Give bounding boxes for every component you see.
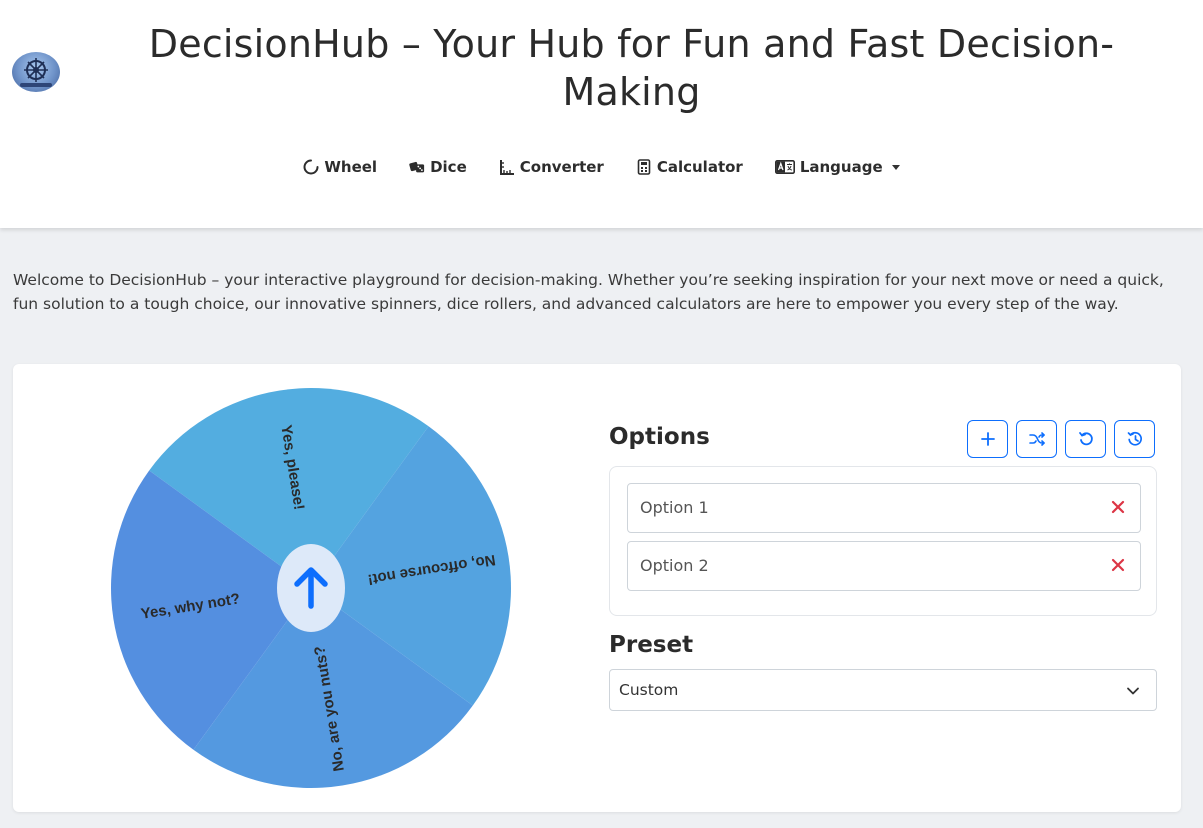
chevron-down-icon	[1127, 687, 1139, 695]
nav-label-converter: Converter	[519, 158, 604, 176]
nav-item-converter[interactable]: Converter	[499, 153, 604, 181]
options-list: Option 1 Option 2	[609, 466, 1157, 616]
circle-notch-icon	[303, 159, 319, 175]
options-toolbar	[967, 420, 1155, 458]
add-option-button[interactable]	[967, 420, 1008, 458]
nav-item-language[interactable]: Language	[774, 153, 900, 181]
site-header: DecisionHub – Your Hub for Fun and Fast …	[0, 0, 1203, 228]
option-input[interactable]: Option 1	[627, 483, 1141, 533]
preset-selected-value: Custom	[619, 681, 679, 699]
nav-label-calculator: Calculator	[656, 158, 743, 176]
dice-icon	[409, 159, 425, 175]
preset-select[interactable]: Custom	[609, 669, 1157, 711]
translate-icon	[774, 159, 795, 175]
option-value[interactable]: Option 1	[640, 498, 709, 517]
nav-label-language: Language	[799, 158, 883, 176]
nav-label-dice: Dice	[430, 158, 467, 176]
nav-label-wheel: Wheel	[324, 158, 378, 176]
nav-item-dice[interactable]: Dice	[409, 153, 467, 181]
calculator-icon	[636, 159, 652, 175]
main-nav: Wheel Dice Converter Calculator Language	[0, 153, 1203, 181]
close-icon[interactable]	[1108, 497, 1128, 517]
wheel-card: Yes, please! No, offcourse not! No, are yo…	[13, 364, 1181, 812]
shuffle-options-button[interactable]	[1016, 420, 1057, 458]
decision-wheel[interactable]: Yes, please! No, offcourse not! No, are yo…	[111, 388, 511, 788]
options-title: Options	[609, 424, 710, 450]
ruler-icon	[499, 159, 515, 175]
ship-wheel-logo-icon[interactable]	[12, 52, 60, 92]
preset-title: Preset	[609, 632, 694, 658]
intro-text: Welcome to DecisionHub – your interactiv…	[13, 271, 1164, 313]
history-button[interactable]	[1114, 420, 1155, 458]
nav-item-calculator[interactable]: Calculator	[636, 153, 743, 181]
nav-item-wheel[interactable]: Wheel	[303, 153, 377, 181]
wheel-svg: Yes, please!No, offcourse not!No, are yo…	[111, 388, 511, 788]
plus-icon	[980, 432, 995, 446]
close-icon[interactable]	[1108, 555, 1128, 575]
shuffle-icon	[1028, 432, 1045, 446]
option-value[interactable]: Option 2	[640, 556, 709, 575]
undo-icon	[1078, 432, 1093, 446]
reset-options-button[interactable]	[1065, 420, 1106, 458]
chevron-down-icon	[891, 164, 900, 170]
option-input[interactable]: Option 2	[627, 541, 1141, 591]
page-title: DecisionHub – Your Hub for Fun and Fast …	[148, 22, 1115, 114]
history-icon	[1127, 431, 1142, 446]
